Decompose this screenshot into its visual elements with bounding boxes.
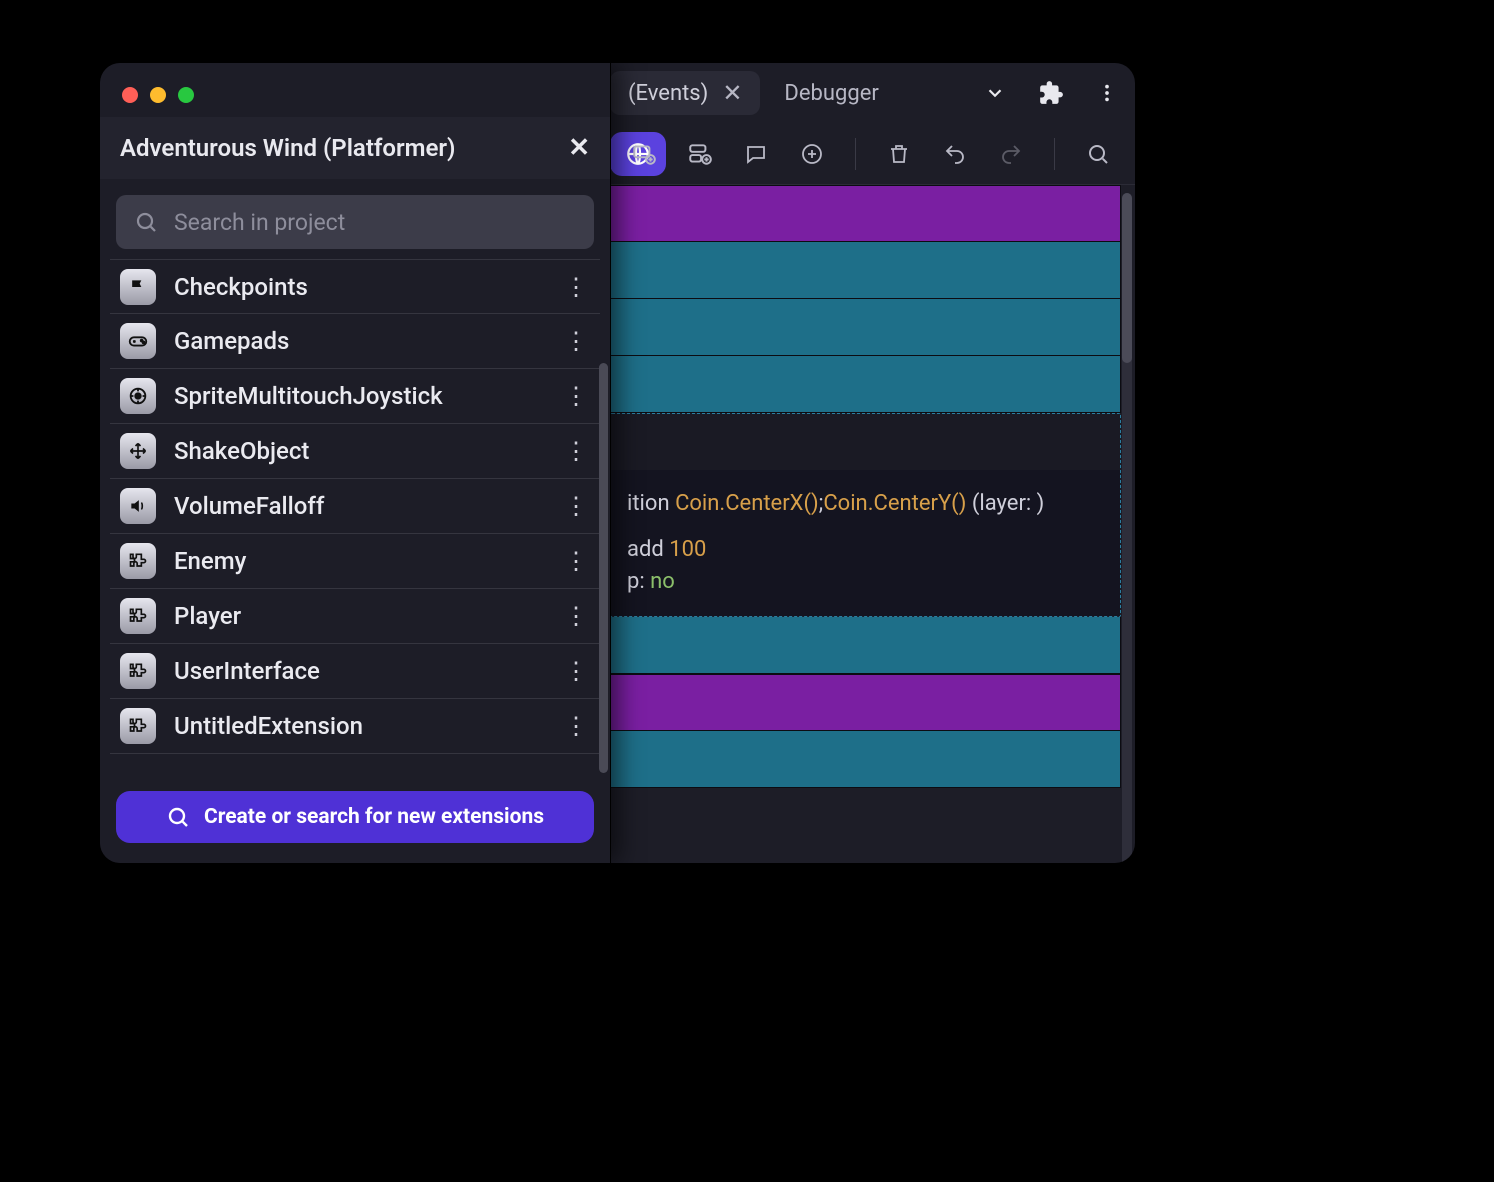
sheet-scrollbar-thumb[interactable] xyxy=(1122,193,1132,363)
move-icon xyxy=(120,433,156,469)
extension-item-shakeobject[interactable]: ShakeObject ⋮ xyxy=(110,424,600,479)
create-search-extensions-button[interactable]: Create or search for new extensions xyxy=(116,791,594,843)
event-action-line: p: no xyxy=(627,566,1104,598)
panel-scrollbar-thumb[interactable] xyxy=(599,363,608,773)
item-more-icon[interactable]: ⋮ xyxy=(564,437,590,465)
tab-debugger[interactable]: Debugger xyxy=(766,73,896,114)
event-subgroup: ition Coin.CenterX();Coin.CenterY() (lay… xyxy=(610,413,1121,617)
cta-label: Create or search for new extensions xyxy=(204,805,544,829)
project-panel: Adventurous Wind (Platformer) ✕ Checkpoi… xyxy=(100,63,611,863)
puzzle-icon xyxy=(120,543,156,579)
extension-label: SpriteMultitouchJoystick xyxy=(174,382,546,410)
undo-icon[interactable] xyxy=(936,135,974,173)
minimize-window-button[interactable] xyxy=(150,87,166,103)
event-row[interactable] xyxy=(610,356,1121,413)
app-window: (Events) ✕ Debugger xyxy=(100,63,1135,863)
event-row[interactable] xyxy=(610,731,1121,788)
close-window-button[interactable] xyxy=(122,87,138,103)
add-event-icon[interactable] xyxy=(793,135,831,173)
item-more-icon[interactable]: ⋮ xyxy=(564,547,590,575)
extension-item-gamepads[interactable]: Gamepads ⋮ xyxy=(110,314,600,369)
toolbar-separator xyxy=(1054,138,1055,170)
close-tab-icon[interactable]: ✕ xyxy=(722,79,742,107)
search-icon xyxy=(134,210,158,234)
panel-header: Adventurous Wind (Platformer) ✕ xyxy=(100,117,610,179)
event-group-header[interactable] xyxy=(610,185,1121,242)
extension-item-volumefalloff[interactable]: VolumeFalloff ⋮ xyxy=(110,479,600,534)
event-actions[interactable]: ition Coin.CenterX();Coin.CenterY() (lay… xyxy=(611,470,1120,616)
maximize-window-button[interactable] xyxy=(178,87,194,103)
event-action-line: add 100 xyxy=(627,534,1104,566)
extension-label: ShakeObject xyxy=(174,437,546,465)
tab-bar-right xyxy=(981,63,1121,123)
puzzle-icon xyxy=(120,708,156,744)
tab-debugger-label: Debugger xyxy=(784,81,878,106)
tab-events-label: (Events) xyxy=(628,81,708,106)
add-condition-icon[interactable] xyxy=(625,135,663,173)
item-more-icon[interactable]: ⋮ xyxy=(564,327,590,355)
extension-label: VolumeFalloff xyxy=(174,492,546,520)
redo-icon[interactable] xyxy=(992,135,1030,173)
joystick-icon xyxy=(120,378,156,414)
event-row[interactable] xyxy=(610,617,1121,674)
extension-item-checkpoints[interactable]: Checkpoints ⋮ xyxy=(110,259,600,314)
item-more-icon[interactable]: ⋮ xyxy=(564,382,590,410)
item-more-icon[interactable]: ⋮ xyxy=(564,712,590,740)
extension-label: UntitledExtension xyxy=(174,712,546,740)
toolbar-right xyxy=(625,123,1117,185)
search-icon[interactable] xyxy=(1079,135,1117,173)
extension-item-untitled[interactable]: UntitledExtension ⋮ xyxy=(110,699,600,754)
panel-title: Adventurous Wind (Platformer) xyxy=(120,134,455,162)
item-more-icon[interactable]: ⋮ xyxy=(564,492,590,520)
item-more-icon[interactable]: ⋮ xyxy=(564,602,590,630)
extension-label: Gamepads xyxy=(174,327,546,355)
item-more-icon[interactable]: ⋮ xyxy=(564,657,590,685)
extension-item-player[interactable]: Player ⋮ xyxy=(110,589,600,644)
event-sheet: ition Coin.CenterX();Coin.CenterY() (lay… xyxy=(610,185,1121,849)
comment-icon[interactable] xyxy=(737,135,775,173)
search-field[interactable] xyxy=(116,195,594,249)
extensions-list: Checkpoints ⋮ Gamepads ⋮ SpriteMultitouc… xyxy=(100,259,610,777)
event-group-header[interactable] xyxy=(610,674,1121,731)
extension-label: Enemy xyxy=(174,547,546,575)
event-row[interactable] xyxy=(610,299,1121,356)
extension-item-joystick[interactable]: SpriteMultitouchJoystick ⋮ xyxy=(110,369,600,424)
close-panel-button[interactable]: ✕ xyxy=(568,133,590,163)
chevron-down-icon[interactable] xyxy=(981,79,1009,107)
event-action-line: ition Coin.CenterX();Coin.CenterY() (lay… xyxy=(627,488,1104,520)
trash-icon[interactable] xyxy=(880,135,918,173)
extension-label: Checkpoints xyxy=(174,273,546,301)
add-action-icon[interactable] xyxy=(681,135,719,173)
extension-item-enemy[interactable]: Enemy ⋮ xyxy=(110,534,600,589)
extensions-icon[interactable] xyxy=(1037,79,1065,107)
extension-label: UserInterface xyxy=(174,657,546,685)
search-input[interactable] xyxy=(174,209,576,236)
item-more-icon[interactable]: ⋮ xyxy=(564,273,590,301)
toolbar-separator xyxy=(855,138,856,170)
puzzle-icon xyxy=(120,653,156,689)
extension-item-userinterface[interactable]: UserInterface ⋮ xyxy=(110,644,600,699)
puzzle-icon xyxy=(120,598,156,634)
volume-icon xyxy=(120,488,156,524)
event-row[interactable] xyxy=(610,242,1121,299)
event-row[interactable] xyxy=(611,414,1120,470)
more-vert-icon[interactable] xyxy=(1093,79,1121,107)
search-icon xyxy=(166,805,190,829)
gamepad-icon xyxy=(120,323,156,359)
extension-label: Player xyxy=(174,602,546,630)
window-controls xyxy=(122,87,194,103)
tab-events[interactable]: (Events) ✕ xyxy=(610,71,760,115)
flag-icon xyxy=(120,269,156,305)
